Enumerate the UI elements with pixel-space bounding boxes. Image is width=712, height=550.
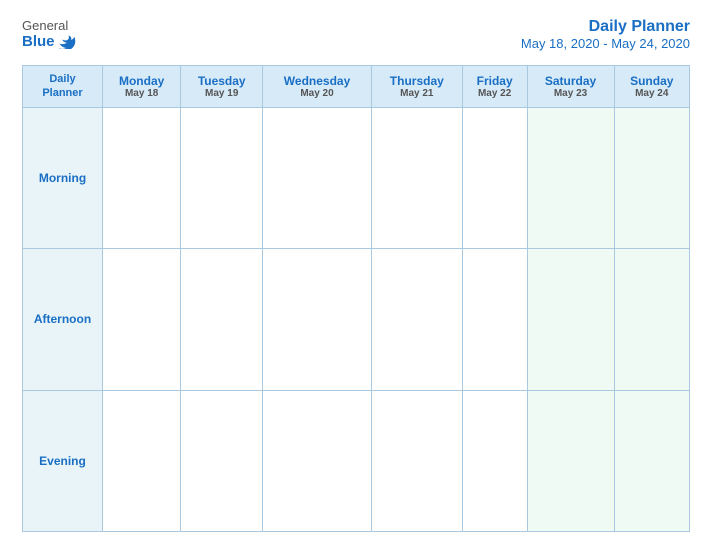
table-header-row: Daily Planner Monday May 18 Tuesday May … — [23, 66, 690, 108]
morning-tuesday[interactable] — [181, 107, 263, 248]
evening-label: Evening — [23, 390, 103, 531]
afternoon-sunday[interactable] — [614, 249, 689, 390]
morning-row: Morning — [23, 107, 690, 248]
col-header-saturday: Saturday May 23 — [527, 66, 614, 108]
evening-friday[interactable] — [462, 390, 527, 531]
date-range: May 18, 2020 - May 24, 2020 — [521, 36, 690, 51]
col-header-sunday: Sunday May 24 — [614, 66, 689, 108]
logo-bird-icon — [58, 35, 76, 49]
afternoon-label: Afternoon — [23, 249, 103, 390]
logo-blue-text: Blue — [22, 33, 76, 50]
evening-tuesday[interactable] — [181, 390, 263, 531]
evening-row: Evening — [23, 390, 690, 531]
col-header-thursday: Thursday May 21 — [371, 66, 462, 108]
morning-thursday[interactable] — [371, 107, 462, 248]
col-header-friday: Friday May 22 — [462, 66, 527, 108]
afternoon-thursday[interactable] — [371, 249, 462, 390]
col-header-wednesday: Wednesday May 20 — [263, 66, 372, 108]
morning-label: Morning — [23, 107, 103, 248]
logo-general-text: General — [22, 18, 68, 33]
table-corner-header: Daily Planner — [23, 66, 103, 108]
afternoon-monday[interactable] — [103, 249, 181, 390]
col-header-tuesday: Tuesday May 19 — [181, 66, 263, 108]
evening-thursday[interactable] — [371, 390, 462, 531]
afternoon-row: Afternoon — [23, 249, 690, 390]
afternoon-tuesday[interactable] — [181, 249, 263, 390]
morning-monday[interactable] — [103, 107, 181, 248]
afternoon-wednesday[interactable] — [263, 249, 372, 390]
logo: General Blue — [22, 18, 76, 50]
morning-friday[interactable] — [462, 107, 527, 248]
afternoon-friday[interactable] — [462, 249, 527, 390]
page-title: Daily Planner — [521, 18, 690, 36]
morning-wednesday[interactable] — [263, 107, 372, 248]
planner-table: Daily Planner Monday May 18 Tuesday May … — [22, 65, 690, 532]
evening-saturday[interactable] — [527, 390, 614, 531]
evening-sunday[interactable] — [614, 390, 689, 531]
evening-wednesday[interactable] — [263, 390, 372, 531]
afternoon-saturday[interactable] — [527, 249, 614, 390]
evening-monday[interactable] — [103, 390, 181, 531]
col-header-monday: Monday May 18 — [103, 66, 181, 108]
title-block: Daily Planner May 18, 2020 - May 24, 202… — [521, 18, 690, 51]
page-header: General Blue Daily Planner May 18, 2020 … — [22, 18, 690, 51]
morning-saturday[interactable] — [527, 107, 614, 248]
morning-sunday[interactable] — [614, 107, 689, 248]
